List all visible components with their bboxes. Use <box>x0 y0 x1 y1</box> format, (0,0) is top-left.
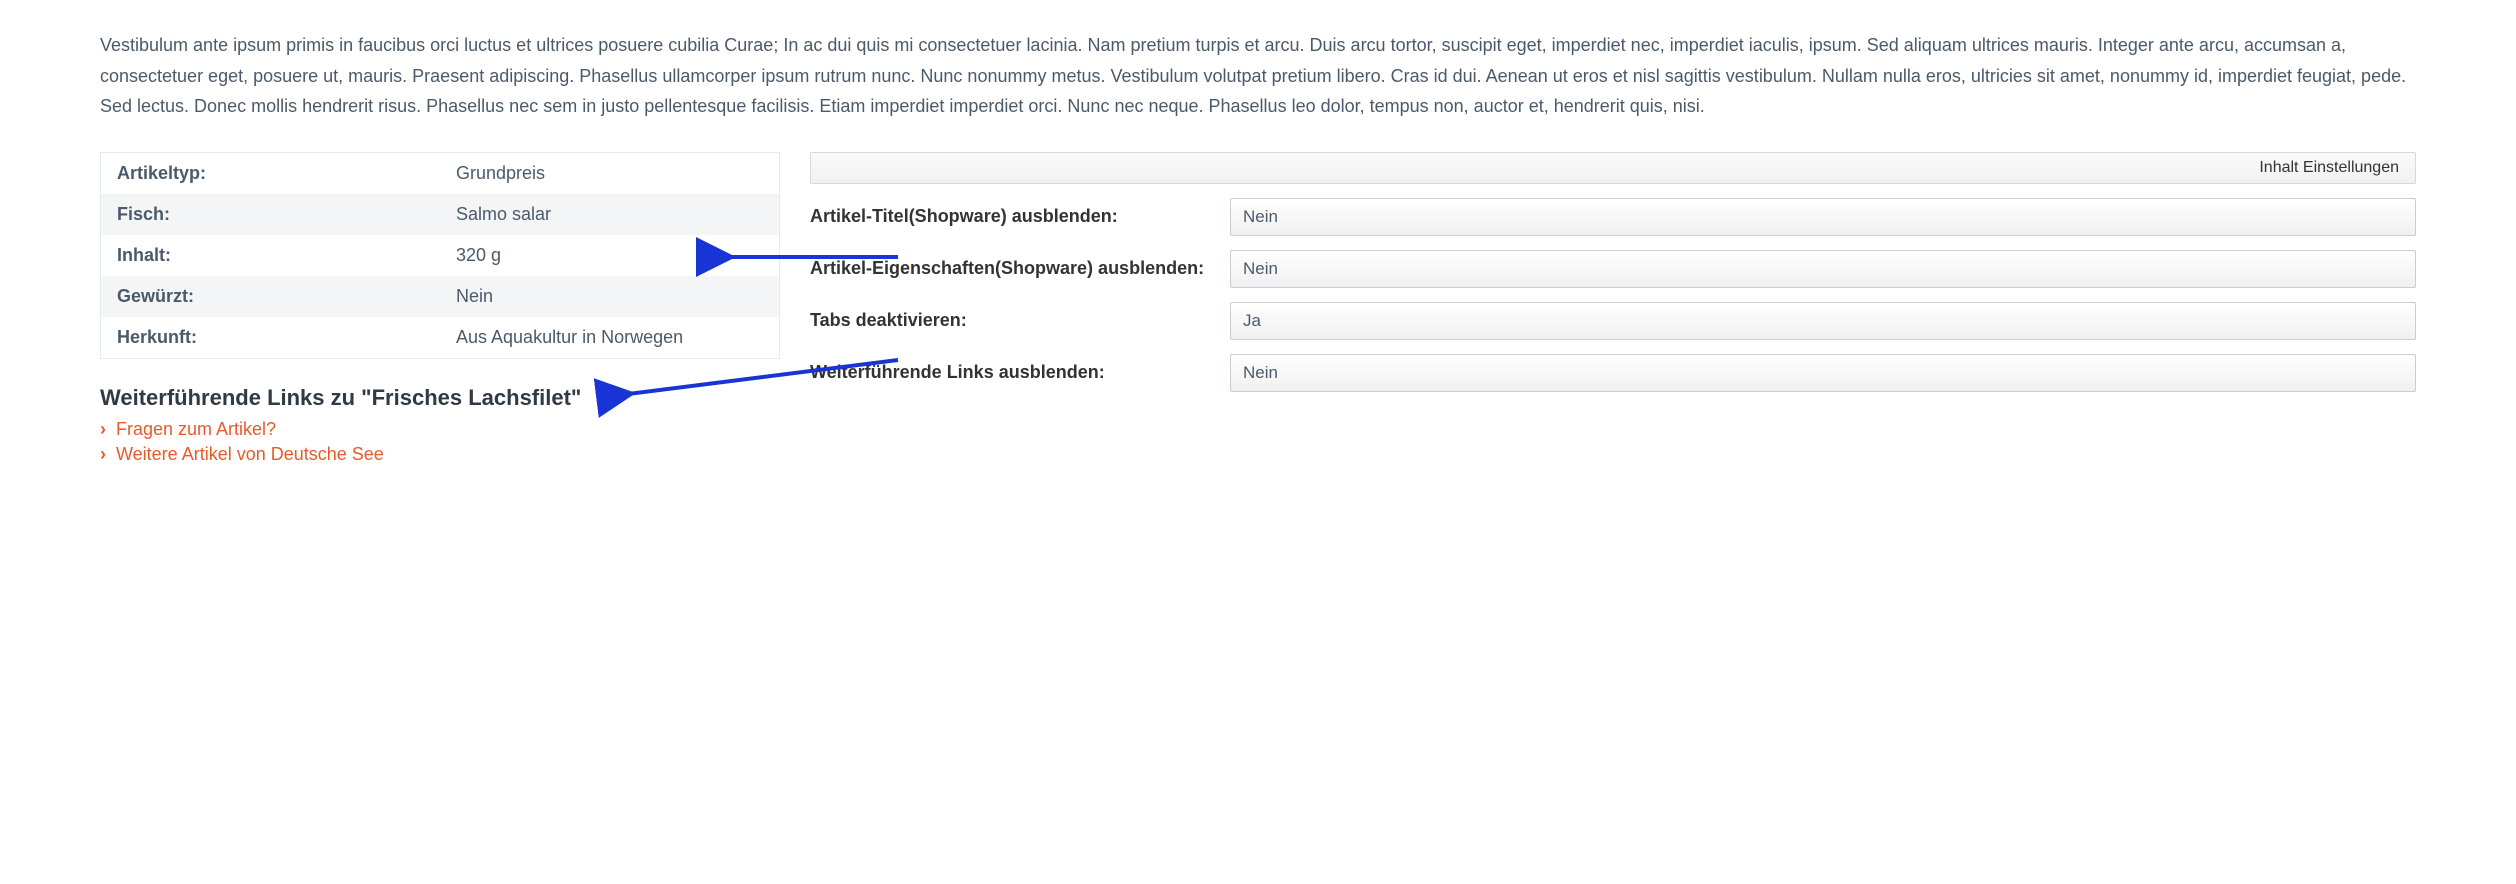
link-text[interactable]: Weitere Artikel von Deutsche See <box>116 444 384 465</box>
table-row: Fisch:Salmo salar <box>101 194 780 235</box>
prop-label: Inhalt: <box>101 235 441 276</box>
select-hide-title[interactable]: Nein <box>1230 198 2416 236</box>
select-hide-links[interactable]: Nein <box>1230 354 2416 392</box>
prop-label: Fisch: <box>101 194 441 235</box>
setting-label: Tabs deaktivieren: <box>810 310 1210 331</box>
chevron-right-icon: › <box>100 419 106 440</box>
prop-label: Herkunft: <box>101 317 441 359</box>
prop-value: Aus Aquakultur in Norwegen <box>440 317 780 359</box>
properties-table: Artikeltyp:Grundpreis Fisch:Salmo salar … <box>100 152 780 359</box>
table-row: Herkunft:Aus Aquakultur in Norwegen <box>101 317 780 359</box>
panel-header: Inhalt Einstellungen <box>810 152 2416 184</box>
setting-row: Artikel-Titel(Shopware) ausblenden: Nein <box>810 198 2416 236</box>
setting-row: Artikel-Eigenschaften(Shopware) ausblend… <box>810 250 2416 288</box>
prop-label: Artikeltyp: <box>101 152 441 194</box>
prop-label: Gewürzt: <box>101 276 441 317</box>
table-row: Gewürzt:Nein <box>101 276 780 317</box>
setting-row: Weiterführende Links ausblenden: Nein <box>810 354 2416 392</box>
prop-value: 320 g <box>440 235 780 276</box>
link-text[interactable]: Fragen zum Artikel? <box>116 419 276 440</box>
links-heading: Weiterführende Links zu "Frisches Lachsf… <box>100 385 780 411</box>
table-row: Inhalt:320 g <box>101 235 780 276</box>
select-disable-tabs[interactable]: Ja <box>1230 302 2416 340</box>
setting-label: Artikel-Eigenschaften(Shopware) ausblend… <box>810 258 1210 279</box>
table-row: Artikeltyp:Grundpreis <box>101 152 780 194</box>
prop-value: Grundpreis <box>440 152 780 194</box>
select-hide-properties[interactable]: Nein <box>1230 250 2416 288</box>
prop-value: Salmo salar <box>440 194 780 235</box>
setting-label: Artikel-Titel(Shopware) ausblenden: <box>810 206 1210 227</box>
description-text: Vestibulum ante ipsum primis in faucibus… <box>100 30 2416 122</box>
chevron-right-icon: › <box>100 444 106 465</box>
setting-row: Tabs deaktivieren: Ja <box>810 302 2416 340</box>
prop-value: Nein <box>440 276 780 317</box>
link-item[interactable]: › Weitere Artikel von Deutsche See <box>100 444 780 465</box>
setting-label: Weiterführende Links ausblenden: <box>810 362 1210 383</box>
link-item[interactable]: › Fragen zum Artikel? <box>100 419 780 440</box>
